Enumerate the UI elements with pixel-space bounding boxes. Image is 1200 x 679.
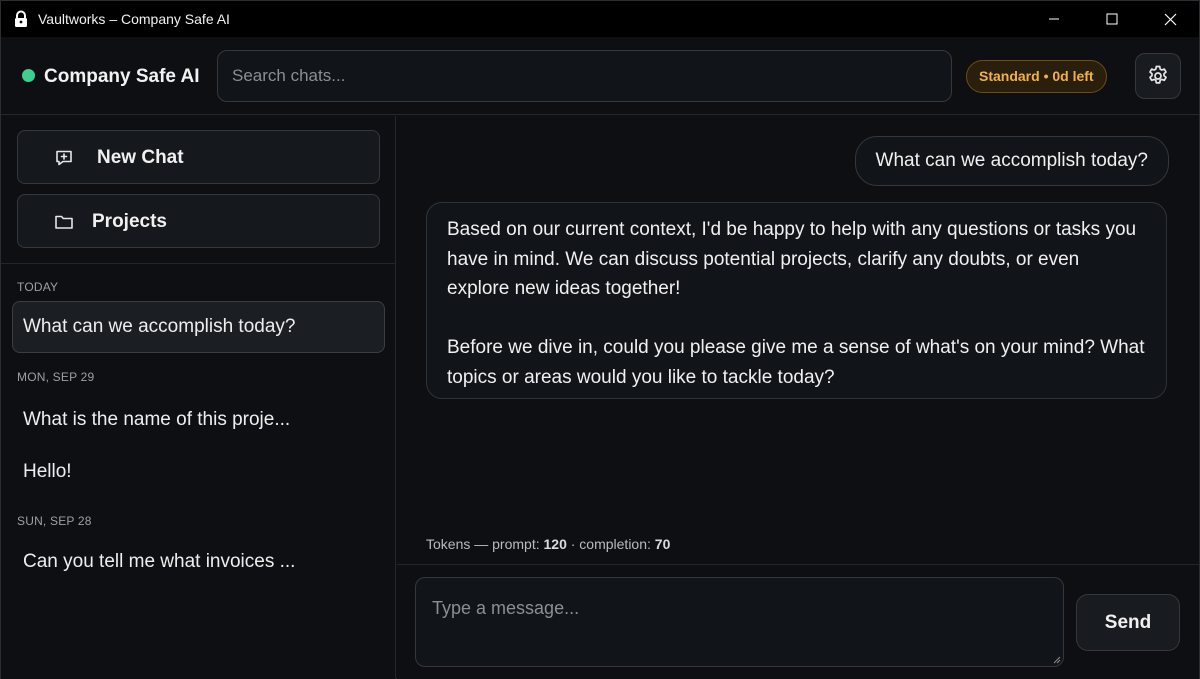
online-status-dot (22, 69, 35, 82)
app-header: Company Safe AI Standard • 0d left (1, 37, 1199, 115)
gear-icon (1149, 65, 1167, 84)
assistant-paragraph: Based on our current context, I'd be hap… (447, 219, 1137, 299)
settings-button[interactable] (1135, 53, 1181, 99)
completion-token-count: 70 (654, 536, 671, 552)
projects-label: Projects (92, 211, 167, 232)
new-chat-button[interactable]: New Chat (17, 130, 380, 184)
message-input[interactable] (415, 577, 1064, 667)
app-window: Vaultworks – Company Safe AI Company Saf… (0, 0, 1200, 679)
resize-grip-icon[interactable] (1051, 654, 1061, 664)
chat-history-item[interactable]: Can you tell me what invoices ... (12, 536, 385, 588)
window-title: Vaultworks – Company Safe AI (38, 11, 230, 27)
chat-history-item[interactable]: Hello! (12, 446, 385, 498)
assistant-paragraph: Before we dive in, could you please give… (447, 337, 1145, 388)
token-usage: Tokens — prompt: 120 · completion: 70 (426, 536, 670, 552)
token-usage-separator: · completion: (570, 536, 651, 552)
prompt-token-count: 120 (543, 536, 567, 552)
assistant-message-bubble: Based on our current context, I'd be hap… (426, 202, 1167, 399)
close-icon (1164, 13, 1176, 25)
maximize-icon (1106, 13, 1118, 25)
brand-title: Company Safe AI (44, 66, 200, 87)
conversation-panel: What can we accomplish today? Based on o… (397, 116, 1199, 564)
sidebar-divider (1, 263, 396, 264)
history-group-label: SUN, SEP 28 (17, 514, 92, 528)
minimize-button[interactable] (1025, 1, 1083, 37)
projects-button[interactable]: Projects (17, 194, 380, 248)
sidebar: New Chat Projects TODAY What can we acco… (1, 116, 396, 679)
maximize-button[interactable] (1083, 1, 1141, 37)
history-group-label: TODAY (17, 280, 59, 294)
search-input[interactable] (217, 50, 952, 102)
new-chat-label: New Chat (97, 147, 184, 168)
chat-plus-icon (56, 150, 72, 166)
chat-history-item-active[interactable]: What can we accomplish today? (12, 301, 385, 353)
chat-history-item[interactable]: What is the name of this proje... (12, 394, 385, 446)
plan-badge: Standard • 0d left (966, 60, 1107, 93)
user-message-bubble: What can we accomplish today? (854, 136, 1169, 186)
history-group-label: MON, SEP 29 (17, 370, 95, 384)
title-bar: Vaultworks – Company Safe AI (1, 1, 1199, 37)
close-button[interactable] (1141, 1, 1199, 37)
lock-icon (15, 10, 27, 27)
message-composer: Send (397, 564, 1199, 679)
send-button[interactable]: Send (1076, 594, 1180, 651)
folder-icon (55, 215, 73, 229)
minimize-icon (1049, 18, 1059, 20)
token-usage-prefix: Tokens — prompt: (426, 536, 540, 552)
